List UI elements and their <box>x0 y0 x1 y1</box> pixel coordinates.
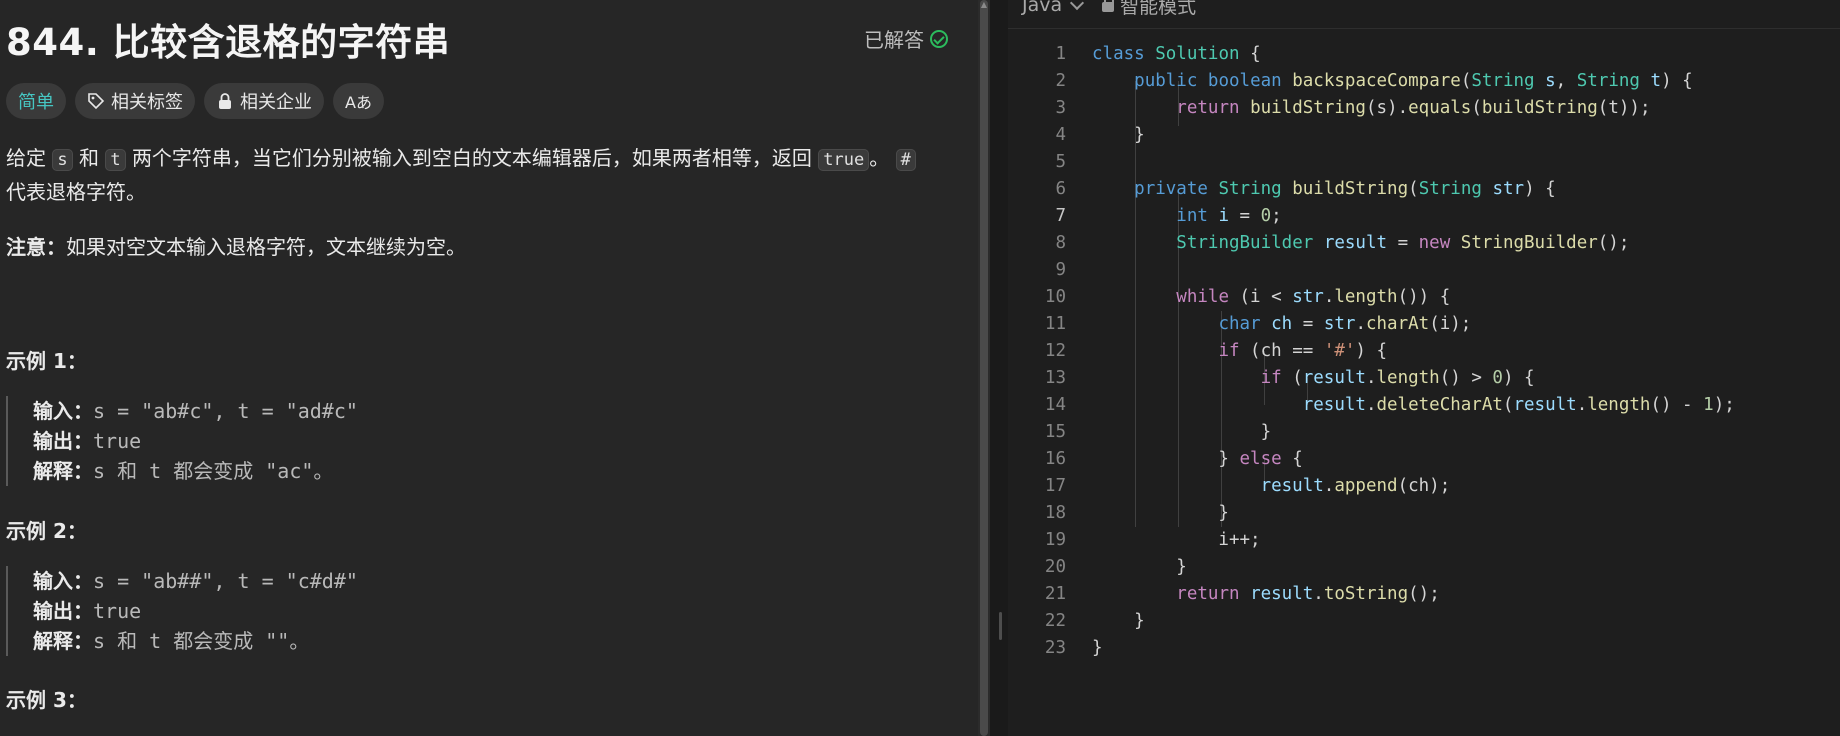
example-2-block: 输入：s = "ab##", t = "c#d#" 输出：true 解释：s 和… <box>6 566 358 656</box>
line-number: 16 <box>1044 449 1066 469</box>
scroll-up-arrow-icon[interactable]: ▲ <box>978 0 990 10</box>
scrollbar-thumb[interactable] <box>980 0 988 736</box>
inline-code-s: s <box>52 149 73 171</box>
language-label: Java <box>1022 0 1063 16</box>
example-explain: s 和 t 都会变成 ""。 <box>93 629 310 653</box>
desc-text: 和 <box>78 146 99 170</box>
example-explain: s 和 t 都会变成 "ac"。 <box>93 459 334 483</box>
line-number: 12 <box>1044 341 1066 361</box>
line-number: 4 <box>1055 125 1066 145</box>
lock-icon <box>219 93 231 109</box>
lock-icon <box>1102 0 1115 12</box>
line-number: 18 <box>1044 503 1066 523</box>
problem-title: 844. 比较含退格的字符串 <box>6 21 451 64</box>
related-tags-button[interactable]: 相关标签 <box>75 83 195 119</box>
tag-bar: 简单 相关标签 相关企业 Aあ <box>6 83 384 119</box>
input-label: 输入： <box>33 569 93 593</box>
desc-text: 代表退格字符。 <box>6 180 146 204</box>
output-label: 输出： <box>33 599 93 623</box>
check-circle-icon <box>930 29 948 48</box>
translate-button[interactable]: Aあ <box>333 83 384 119</box>
line-number: 23 <box>1044 638 1066 658</box>
note: 注意：如果对空文本输入退格字符，文本继续为空。 <box>6 231 466 260</box>
line-number: 10 <box>1044 287 1066 307</box>
line-number: 20 <box>1044 557 1066 577</box>
solved-label: 已解答 <box>864 28 924 52</box>
line-number: 6 <box>1055 179 1066 199</box>
line-number: 2 <box>1055 71 1066 91</box>
line-number: 7 <box>1055 206 1066 226</box>
example-output: true <box>93 599 142 623</box>
related-companies-label: 相关企业 <box>240 92 312 113</box>
related-tags-label: 相关标签 <box>111 92 183 113</box>
translate-icon: Aあ <box>345 93 372 112</box>
problem-description: 给定 s 和 t 两个字符串，当它们分别被输入到空白的文本编辑器后，如果两者相等… <box>6 142 956 208</box>
language-selector[interactable]: Java <box>1022 0 1085 16</box>
mode-label: 智能模式 <box>1120 0 1197 18</box>
example-1-title: 示例 1： <box>6 349 87 373</box>
panel-divider[interactable]: ▲ <box>978 0 1008 736</box>
desc-text: 两个字符串，当它们分别被输入到空白的文本编辑器后，如果两者相等，返回 <box>131 146 812 170</box>
chevron-down-icon <box>1070 0 1085 11</box>
line-number: 1 <box>1055 44 1066 64</box>
inline-code-true: true <box>818 149 870 171</box>
desc-text: 。 <box>869 146 890 170</box>
output-label: 输出： <box>33 429 93 453</box>
explain-label: 解释： <box>33 459 93 483</box>
inline-code-hash: # <box>895 149 916 171</box>
problem-panel: 844. 比较含退格的字符串 已解答 简单 相关标签 相关企业 Aあ 给定 s … <box>0 0 978 736</box>
inline-code-t: t <box>105 149 126 171</box>
line-number: 11 <box>1044 314 1066 334</box>
explain-label: 解释： <box>33 629 93 653</box>
editor-toolbar: Java 智能模式 <box>1008 0 1840 29</box>
input-label: 输入： <box>33 399 93 423</box>
note-text: 如果对空文本输入退格字符，文本继续为空。 <box>66 235 466 259</box>
line-number: 15 <box>1044 422 1066 442</box>
line-number: 8 <box>1055 233 1066 253</box>
line-number: 22 <box>1044 611 1066 631</box>
line-number: 5 <box>1055 152 1066 172</box>
example-input: s = "ab#c", t = "ad#c" <box>93 399 358 423</box>
difficulty-badge[interactable]: 简单 <box>6 83 66 119</box>
description-scrollbar[interactable]: ▲ <box>978 0 990 736</box>
line-number: 19 <box>1044 530 1066 550</box>
line-number: 3 <box>1055 98 1066 118</box>
example-1-block: 输入：s = "ab#c", t = "ad#c" 输出：true 解释：s 和… <box>6 396 358 486</box>
related-companies-button[interactable]: 相关企业 <box>204 83 324 119</box>
difficulty-label: 简单 <box>18 92 54 113</box>
line-number: 14 <box>1044 395 1066 415</box>
example-3-title: 示例 3： <box>6 688 87 712</box>
example-input: s = "ab##", t = "c#d#" <box>93 569 358 593</box>
example-2-title: 示例 2： <box>6 519 87 543</box>
resize-handle[interactable] <box>999 612 1002 640</box>
line-number: 13 <box>1044 368 1066 388</box>
desc-text: 给定 <box>6 146 46 170</box>
line-number: 9 <box>1055 260 1066 280</box>
code-editor-panel: Java 智能模式 1 class Solution { 2 public boo… <box>1008 0 1840 736</box>
example-output: true <box>93 429 142 453</box>
line-number: 21 <box>1044 584 1066 604</box>
solved-status: 已解答 <box>864 24 948 53</box>
tag-icon <box>88 93 105 110</box>
note-label: 注意： <box>6 235 66 259</box>
smart-mode-toggle[interactable]: 智能模式 <box>1102 0 1196 19</box>
line-number: 17 <box>1044 476 1066 496</box>
